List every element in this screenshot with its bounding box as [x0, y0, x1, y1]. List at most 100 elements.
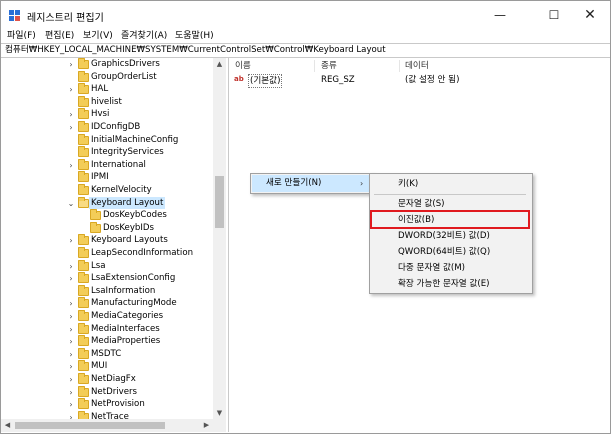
- menu-item-expandable-string-value[interactable]: 확장 가능한 문자열 값(E): [398, 276, 490, 293]
- folder-icon: [78, 58, 89, 69]
- menu-edit[interactable]: 편집(E): [43, 29, 76, 43]
- tree-item[interactable]: › NetDiagFx: [1, 373, 213, 386]
- folder-icon: [78, 385, 89, 397]
- tree-item-label: MediaCategories: [91, 311, 164, 321]
- tree-item[interactable]: › GraphicsDrivers: [1, 58, 213, 71]
- tree-child-item[interactable]: DosKeybCodes: [1, 209, 213, 222]
- title-bar[interactable]: 레지스트리 편집기 — ☐ ✕: [1, 1, 610, 29]
- expand-chevron-icon[interactable]: ›: [67, 311, 75, 323]
- folder-icon: [78, 259, 89, 271]
- expand-chevron-icon[interactable]: ›: [67, 273, 75, 285]
- tree-item[interactable]: › International: [1, 158, 213, 172]
- tree-item-label: DosKeybIDs: [103, 222, 155, 233]
- menu-favorites[interactable]: 즐겨찾기(A): [119, 29, 169, 43]
- menu-help[interactable]: 도움말(H): [173, 29, 216, 43]
- menu-file[interactable]: 파일(F): [5, 29, 38, 43]
- tree-item[interactable]: GroupOrderList: [1, 70, 213, 84]
- menu-view[interactable]: 보기(V): [81, 29, 115, 43]
- scroll-down-arrow-icon[interactable]: ▼: [213, 407, 226, 419]
- horizontal-scroll-thumb[interactable]: [15, 422, 165, 429]
- expanded-chevron-icon[interactable]: ⌄: [67, 198, 75, 210]
- tree-item[interactable]: › MSDTC: [1, 347, 213, 361]
- scroll-right-arrow-icon[interactable]: ▶: [200, 419, 213, 432]
- tree-item[interactable]: InitialMachineConfig: [1, 133, 213, 147]
- highlight-box: [370, 210, 530, 229]
- close-button[interactable]: ✕: [571, 1, 609, 29]
- address-bar[interactable]: 컴퓨터₩HKEY_LOCAL_MACHINE₩SYSTEM₩CurrentCon…: [1, 43, 610, 58]
- tree-horizontal-scrollbar[interactable]: ◀ ▶: [1, 419, 226, 432]
- tree-item[interactable]: › IDConfigDB: [1, 121, 213, 134]
- expand-chevron-icon[interactable]: ›: [67, 160, 75, 172]
- expand-chevron-icon[interactable]: ›: [67, 122, 75, 134]
- tree-item[interactable]: LeapSecondInformation: [1, 247, 213, 260]
- folder-icon: [78, 70, 89, 82]
- tree-item[interactable]: › LsaExtensionConfig: [1, 272, 213, 285]
- tree-item[interactable]: › NetTrace: [1, 410, 213, 419]
- tree-item[interactable]: › MediaCategories: [1, 310, 213, 323]
- tree-item[interactable]: LsaInformation: [1, 284, 213, 298]
- folder-icon: [78, 322, 89, 334]
- tree-item[interactable]: IntegrityServices: [1, 146, 213, 159]
- menu-item-new[interactable]: 새로 만들기(N) ›: [252, 175, 372, 192]
- tree-item-label: Lsa: [91, 260, 106, 271]
- folder-icon: [78, 95, 89, 107]
- column-header-data[interactable]: 데이터: [405, 60, 429, 72]
- expand-chevron-icon[interactable]: ›: [67, 412, 75, 419]
- tree-item[interactable]: KernelVelocity: [1, 184, 213, 197]
- tree-item[interactable]: › HAL: [1, 83, 213, 96]
- menu-item-new-label: 새로 만들기(N): [266, 178, 322, 188]
- menu-item-qword-value[interactable]: QWORD(64비트) 값(Q): [398, 244, 490, 261]
- column-divider[interactable]: [399, 60, 400, 72]
- tree-item[interactable]: › ManufacturingMode: [1, 297, 213, 310]
- expand-chevron-icon[interactable]: ›: [67, 399, 75, 411]
- expand-chevron-icon[interactable]: ›: [67, 349, 75, 361]
- folder-icon: [78, 171, 89, 183]
- scroll-thumb[interactable]: [215, 176, 224, 228]
- key-tree[interactable]: › GraphicsDrivers GroupOrderList › HAL hiveli…: [1, 58, 226, 419]
- menu-item-key[interactable]: 키(K): [398, 176, 418, 193]
- expand-chevron-icon[interactable]: ›: [67, 374, 75, 386]
- tree-item-label: MediaProperties: [91, 336, 161, 347]
- tree-item[interactable]: › Hvsi: [1, 108, 213, 121]
- menu-item-dword-value[interactable]: DWORD(32비트) 값(D): [398, 228, 490, 245]
- tree-item[interactable]: hivelist: [1, 95, 213, 109]
- folder-icon: [78, 297, 89, 309]
- tree-item[interactable]: IPMI: [1, 171, 213, 184]
- column-header-name[interactable]: 이름: [235, 60, 251, 72]
- menu-item-multi-string-value[interactable]: 다중 문자열 값(M): [398, 260, 465, 277]
- minimize-button[interactable]: —: [481, 1, 519, 29]
- expand-chevron-icon[interactable]: ›: [67, 235, 75, 247]
- maximize-button[interactable]: ☐: [535, 1, 573, 29]
- tree-item[interactable]: › MUI: [1, 360, 213, 373]
- tree-item[interactable]: › NetDrivers: [1, 385, 213, 399]
- expand-chevron-icon[interactable]: ›: [67, 261, 75, 273]
- expand-chevron-icon[interactable]: ›: [67, 361, 75, 373]
- tree-item[interactable]: › MediaProperties: [1, 335, 213, 348]
- expand-chevron-icon[interactable]: ›: [67, 336, 75, 348]
- scroll-left-arrow-icon[interactable]: ◀: [1, 419, 14, 432]
- menu-separator: [374, 194, 526, 195]
- expand-chevron-icon[interactable]: ›: [67, 59, 75, 71]
- tree-item[interactable]: ⌄ Keyboard Layout: [1, 196, 213, 210]
- tree-child-item[interactable]: DosKeybIDs: [1, 221, 213, 235]
- column-header-type[interactable]: 종류: [321, 60, 337, 72]
- value-row[interactable]: ab (기본값) REG_SZ (값 설정 안 됨): [233, 74, 603, 88]
- column-divider[interactable]: [314, 60, 315, 72]
- expand-chevron-icon[interactable]: ›: [67, 109, 75, 121]
- tree-item[interactable]: › NetProvision: [1, 398, 213, 411]
- address-path[interactable]: 컴퓨터₩HKEY_LOCAL_MACHINE₩SYSTEM₩CurrentCon…: [5, 44, 386, 57]
- scroll-up-arrow-icon[interactable]: ▲: [213, 58, 226, 70]
- value-data: (값 설정 안 됨): [405, 75, 460, 85]
- tree-vertical-scrollbar[interactable]: ▲ ▼: [213, 58, 226, 419]
- tree-item[interactable]: › MediaInterfaces: [1, 322, 213, 336]
- folder-icon: [78, 121, 89, 132]
- expand-chevron-icon[interactable]: ›: [67, 387, 75, 399]
- tree-item-label: NetProvision: [91, 399, 145, 410]
- tree-item[interactable]: › Lsa: [1, 259, 213, 273]
- string-value-icon: ab: [234, 75, 244, 83]
- value-name: (기본값): [248, 74, 283, 88]
- expand-chevron-icon[interactable]: ›: [67, 298, 75, 310]
- expand-chevron-icon[interactable]: ›: [67, 324, 75, 336]
- tree-item[interactable]: › Keyboard Layouts: [1, 234, 213, 247]
- expand-chevron-icon[interactable]: ›: [67, 84, 75, 96]
